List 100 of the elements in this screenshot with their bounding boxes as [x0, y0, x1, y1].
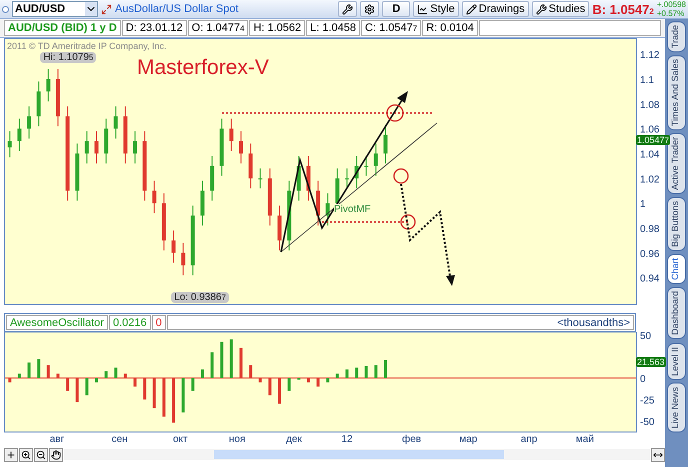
candlestick: [104, 118, 108, 164]
oscillator-axis-label: 50: [640, 332, 652, 342]
candlestick: [162, 192, 166, 251]
candlestick: [248, 143, 253, 189]
oscillator-bar: [326, 378, 330, 382]
oscillator-bar: [95, 378, 98, 382]
candlestick: [8, 130, 12, 158]
time-axis-label: ноя: [228, 434, 246, 445]
indicator-signal: 0: [152, 315, 166, 330]
hand-icon: [51, 450, 61, 460]
price-axis-label: 0.96: [640, 248, 660, 260]
candlestick: [229, 118, 234, 152]
candlestick: [56, 68, 60, 127]
scrollbar-thumb[interactable]: [214, 450, 504, 459]
candlestick: [268, 168, 272, 226]
side-tab[interactable]: Trade: [667, 21, 686, 52]
crosshair-tool[interactable]: [4, 448, 18, 462]
pan-tool[interactable]: [49, 448, 63, 462]
price-axis-label: 0.98: [640, 224, 660, 235]
time-axis-label: окт: [172, 434, 188, 445]
line-chart-icon: [417, 4, 428, 14]
quote-field: D: 23.01.12: [122, 20, 187, 36]
zoom-in-tool[interactable]: [19, 448, 33, 462]
zoom-out-tool[interactable]: [34, 448, 48, 462]
oscillator-bar: [384, 360, 387, 378]
toolbar-button[interactable]: Drawings: [462, 1, 529, 17]
toolbar-button[interactable]: Studies: [532, 1, 590, 17]
tools-button[interactable]: [338, 1, 358, 17]
candlestick: [374, 143, 378, 176]
oscillator-bar: [37, 359, 40, 378]
candlestick: [27, 106, 32, 140]
side-tab[interactable]: Dashboard: [667, 287, 686, 340]
candlestick: [344, 168, 349, 189]
oscillator-bar: [345, 369, 348, 378]
time-axis-label: дек: [286, 434, 302, 445]
side-tab[interactable]: Big Buttons: [667, 197, 686, 252]
copyright-text: 2011 © TD Ameritrade IP Company, Inc.: [7, 41, 167, 51]
oscillator-bar: [230, 339, 233, 378]
price-axis-label: 1.12: [640, 50, 660, 62]
candlestick: [384, 124, 388, 164]
symbol-dropdown[interactable]: AUD/USD: [12, 1, 98, 17]
candlestick: [200, 180, 204, 226]
oscillator-axis-label: 0: [640, 374, 646, 385]
time-axis-label: авг: [50, 434, 64, 445]
symbol-description-link[interactable]: AusDollar/US Dollar Spot: [115, 3, 238, 15]
resize-horizontal-tool[interactable]: [651, 448, 665, 462]
candlestick: [190, 205, 195, 276]
oscillator-axis-label: -50: [640, 417, 654, 428]
oscillator-bar: [374, 365, 378, 378]
price-axis-label: 1: [640, 199, 646, 210]
oscillator-bar: [364, 366, 368, 378]
pivot-label: PivotMF: [334, 204, 371, 215]
time-axis-label: май: [576, 434, 594, 445]
price-axis-label: 1.04: [640, 150, 660, 160]
oscillator-bar: [200, 369, 204, 378]
oscillator-value-tag: 21.563: [636, 356, 666, 367]
toolbar-button[interactable]: Style: [413, 1, 459, 17]
oscillator-bar: [104, 371, 108, 378]
side-tab[interactable]: Level II: [667, 342, 686, 380]
price-axis-label: 0.94: [640, 274, 660, 285]
price-change: +.00598: [656, 0, 686, 9]
oscillator-bar: [288, 378, 291, 391]
oscillator-bar: [220, 342, 224, 378]
side-tab[interactable]: Chart: [667, 254, 686, 284]
price-axis-label: 1.06: [640, 124, 660, 136]
price-axis-label: 1.1: [640, 74, 654, 86]
candlestick: [142, 130, 147, 202]
time-axis-label: фев: [402, 434, 422, 445]
candlestick: [210, 155, 214, 202]
settings-icon: [364, 4, 376, 14]
time-axis-label: мар: [459, 434, 478, 445]
zoom-out-icon: [36, 450, 46, 460]
candlestick: [94, 130, 98, 164]
marker-circle: [393, 168, 409, 184]
candlestick: [84, 130, 89, 164]
candlestick: [239, 130, 243, 164]
chart-annotation-title: Masterforex-V: [137, 56, 269, 80]
oscillator-bar: [336, 374, 339, 378]
time-axis-label: 12: [341, 434, 353, 445]
time-axis-label: сен: [112, 434, 128, 445]
candlestick: [133, 130, 138, 164]
side-tab[interactable]: Active Trader: [667, 133, 686, 194]
candlestick: [114, 106, 118, 140]
quote-field: H: 1.0562: [249, 20, 306, 36]
oscillator-bar: [182, 378, 185, 412]
candlestick: [152, 180, 156, 214]
candlestick: [36, 80, 41, 127]
oscillator-bar: [210, 352, 214, 378]
marker-circle: [400, 214, 416, 230]
side-tab[interactable]: Times And Sales: [667, 55, 686, 130]
candlestick: [46, 68, 50, 102]
side-tab[interactable]: Live News: [667, 382, 686, 432]
candlestick: [123, 106, 128, 164]
candlestick: [172, 230, 176, 264]
candlestick: [278, 205, 282, 251]
settings-button[interactable]: [360, 1, 380, 17]
price-axis-label: 1.08: [640, 100, 660, 111]
period-button[interactable]: D: [382, 1, 410, 17]
pencil-icon: [466, 4, 477, 14]
candlestick: [354, 155, 359, 189]
